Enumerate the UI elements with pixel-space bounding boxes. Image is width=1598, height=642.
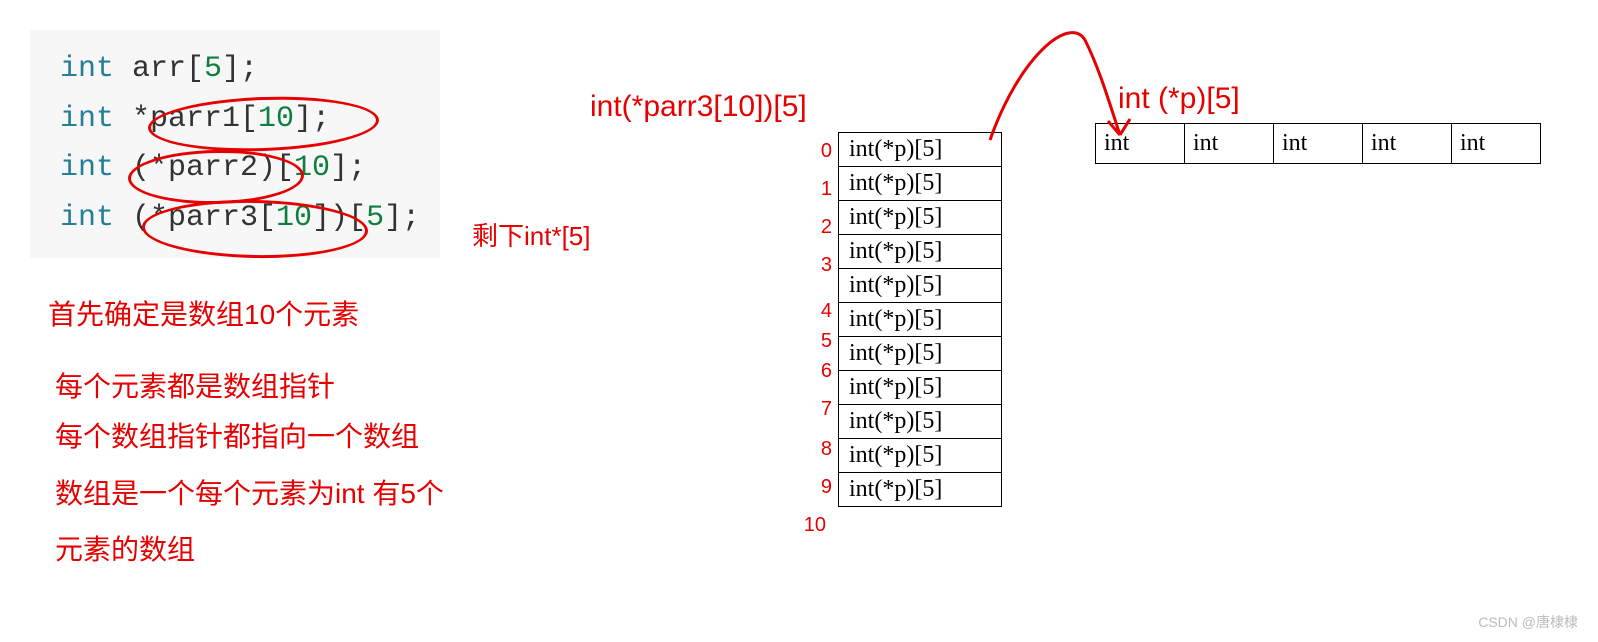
index-8: 8 bbox=[806, 438, 832, 461]
heading-parr3: int(*parr3[10])[5] bbox=[590, 90, 807, 124]
heading-intp5: int (*p)[5] bbox=[1118, 82, 1240, 116]
code-block: int arr[5]; int *parr1[10]; int (*parr2)… bbox=[30, 30, 440, 258]
array-cell: int(*p)[5] bbox=[839, 439, 1002, 473]
code-rest: arr[5]; bbox=[114, 52, 258, 86]
array-cell: int(*p)[5] bbox=[839, 473, 1002, 507]
index-5: 5 bbox=[806, 330, 832, 353]
array-cell: int(*p)[5] bbox=[839, 269, 1002, 303]
index-3: 3 bbox=[806, 254, 832, 277]
note-3: 每个数组指针都指向一个数组 bbox=[55, 415, 419, 455]
keyword: int bbox=[60, 151, 114, 185]
keyword: int bbox=[60, 52, 114, 86]
index-9: 9 bbox=[806, 476, 832, 499]
keyword: int bbox=[60, 201, 114, 235]
code-line-4: int (*parr3[10])[5]; bbox=[60, 194, 420, 244]
code-rest: (*parr3[10])[5]; bbox=[114, 201, 420, 235]
array-table: int(*p)[5] int(*p)[5] int(*p)[5] int(*p)… bbox=[838, 132, 1002, 507]
int-cell: int bbox=[1096, 124, 1185, 164]
index-0: 0 bbox=[806, 140, 832, 163]
int-cell: int bbox=[1274, 124, 1363, 164]
index-4: 4 bbox=[806, 300, 832, 323]
array-cell: int(*p)[5] bbox=[839, 201, 1002, 235]
int-cell: int bbox=[1452, 124, 1541, 164]
array-cell: int(*p)[5] bbox=[839, 303, 1002, 337]
code-line-2: int *parr1[10]; bbox=[60, 95, 420, 145]
note-1: 首先确定是数组10个元素 bbox=[48, 293, 359, 333]
code-line-3: int (*parr2)[10]; bbox=[60, 144, 420, 194]
array-cell: int(*p)[5] bbox=[839, 337, 1002, 371]
code-rest: (*parr2)[10]; bbox=[114, 151, 366, 185]
note-remain: 剩下int*[5] bbox=[472, 216, 591, 253]
note-4: 数组是一个每个元素为int 有5个 bbox=[55, 472, 444, 512]
code-line-1: int arr[5]; bbox=[60, 45, 420, 95]
array-cell: int(*p)[5] bbox=[839, 167, 1002, 201]
int-row-table: int int int int int bbox=[1095, 123, 1541, 164]
index-7: 7 bbox=[806, 398, 832, 421]
index-10: 10 bbox=[800, 514, 826, 537]
note-2: 每个元素都是数组指针 bbox=[55, 365, 335, 405]
array-cell: int(*p)[5] bbox=[839, 405, 1002, 439]
index-6: 6 bbox=[806, 360, 832, 383]
code-rest: *parr1[10]; bbox=[114, 102, 330, 136]
keyword: int bbox=[60, 102, 114, 136]
array-cell: int(*p)[5] bbox=[839, 235, 1002, 269]
array-cell: int(*p)[5] bbox=[839, 371, 1002, 405]
array-cell: int(*p)[5] bbox=[839, 133, 1002, 167]
int-cell: int bbox=[1185, 124, 1274, 164]
index-1: 1 bbox=[806, 178, 832, 201]
index-2: 2 bbox=[806, 216, 832, 239]
int-cell: int bbox=[1363, 124, 1452, 164]
note-5: 元素的数组 bbox=[55, 528, 195, 568]
watermark: CSDN @唐棣棣 bbox=[1478, 612, 1578, 632]
